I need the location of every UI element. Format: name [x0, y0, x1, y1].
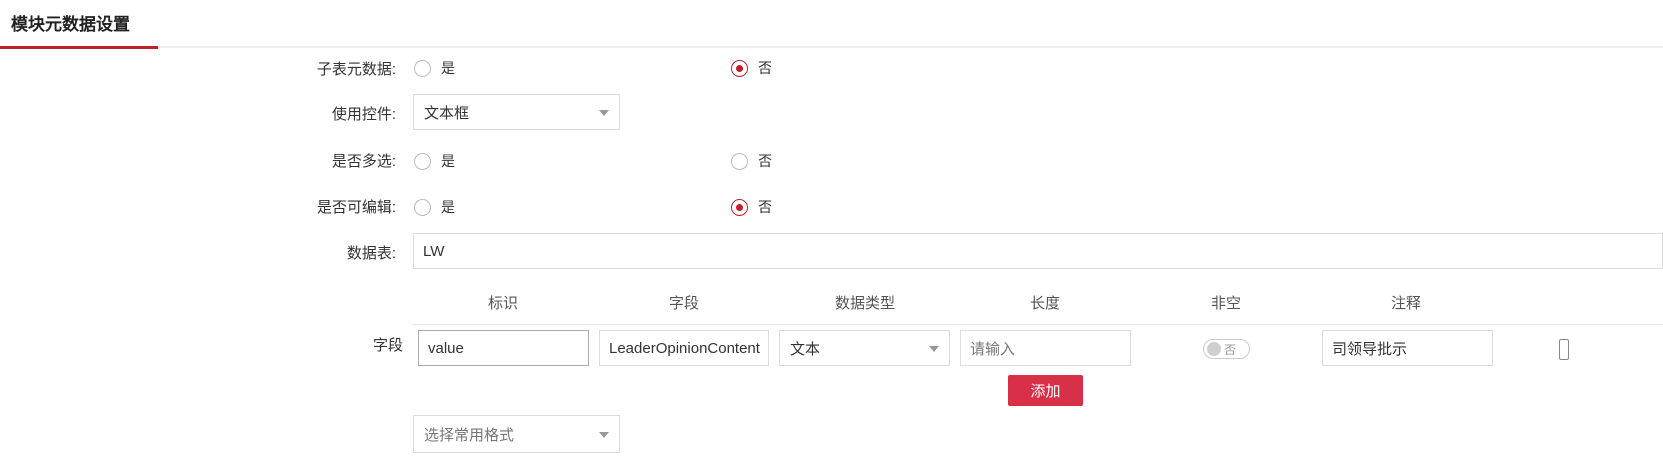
subtable-meta-yes-radio[interactable]: 是	[414, 58, 455, 78]
radio-label: 是	[441, 199, 455, 215]
toggle-label: 否	[1224, 342, 1237, 357]
control-select[interactable]: 文本框	[413, 94, 620, 130]
toggle-knob	[1207, 342, 1221, 356]
data-type-select-value: 文本	[790, 340, 821, 358]
data-table-input[interactable]: LW	[413, 233, 1663, 269]
editable-yes-radio[interactable]: 是	[414, 197, 455, 217]
subtable-meta-label: 子表元数据:	[316, 61, 396, 78]
chevron-down-icon	[599, 110, 609, 116]
chevron-down-icon	[929, 346, 939, 352]
column-header-field: 字段	[668, 295, 699, 312]
editable-label: 是否可编辑:	[316, 199, 396, 216]
control-select-value: 文本框	[424, 104, 470, 122]
length-input-placeholder: 请输入	[970, 340, 1016, 358]
radio-circle-icon	[414, 152, 431, 170]
radio-checked-icon	[731, 198, 748, 216]
radio-checked-icon	[731, 59, 748, 77]
subtable-meta-no-radio[interactable]: 否	[731, 58, 772, 78]
column-header-length: 长度	[1029, 295, 1060, 312]
column-header-comment: 注释	[1390, 295, 1421, 312]
data-table-label: 数据表:	[346, 245, 396, 262]
length-input[interactable]: 请输入	[960, 330, 1131, 366]
data-type-select[interactable]: 文本	[779, 330, 950, 366]
active-tab-indicator	[0, 46, 158, 49]
field-name-input[interactable]: LeaderOpinionContent	[599, 330, 769, 366]
column-header-not-null: 非空	[1210, 295, 1241, 312]
control-label: 使用控件:	[331, 106, 396, 123]
page-title: 模块元数据设置	[11, 15, 130, 34]
table-header-divider	[413, 324, 1663, 325]
editable-no-radio[interactable]: 否	[731, 197, 772, 217]
column-header-data-type: 数据类型	[834, 295, 895, 312]
multi-select-label: 是否多选:	[331, 153, 396, 170]
add-field-button[interactable]: 添加	[1008, 375, 1083, 406]
radio-circle-icon	[414, 198, 431, 216]
not-null-toggle[interactable]: 否	[1203, 339, 1250, 359]
fields-label: 字段	[372, 337, 403, 354]
radio-circle-icon	[731, 152, 748, 170]
format-select[interactable]: 选择常用格式	[413, 415, 620, 453]
row-action-button[interactable]	[1559, 339, 1569, 360]
radio-label: 是	[441, 153, 455, 169]
format-select-placeholder: 选择常用格式	[424, 426, 515, 444]
radio-circle-icon	[414, 59, 431, 77]
radio-label: 否	[758, 199, 772, 215]
comment-input[interactable]: 司领导批示	[1322, 330, 1493, 366]
multi-select-yes-radio[interactable]: 是	[414, 151, 455, 171]
radio-label: 是	[441, 60, 455, 76]
header-divider	[0, 46, 1663, 48]
field-id-input[interactable]: value	[418, 330, 589, 366]
page-header: 模块元数据设置	[0, 0, 1663, 49]
radio-label: 否	[758, 60, 772, 76]
multi-select-no-radio[interactable]: 否	[731, 151, 772, 171]
chevron-down-icon	[599, 432, 609, 438]
column-header-id: 标识	[487, 295, 518, 312]
radio-label: 否	[758, 153, 772, 169]
